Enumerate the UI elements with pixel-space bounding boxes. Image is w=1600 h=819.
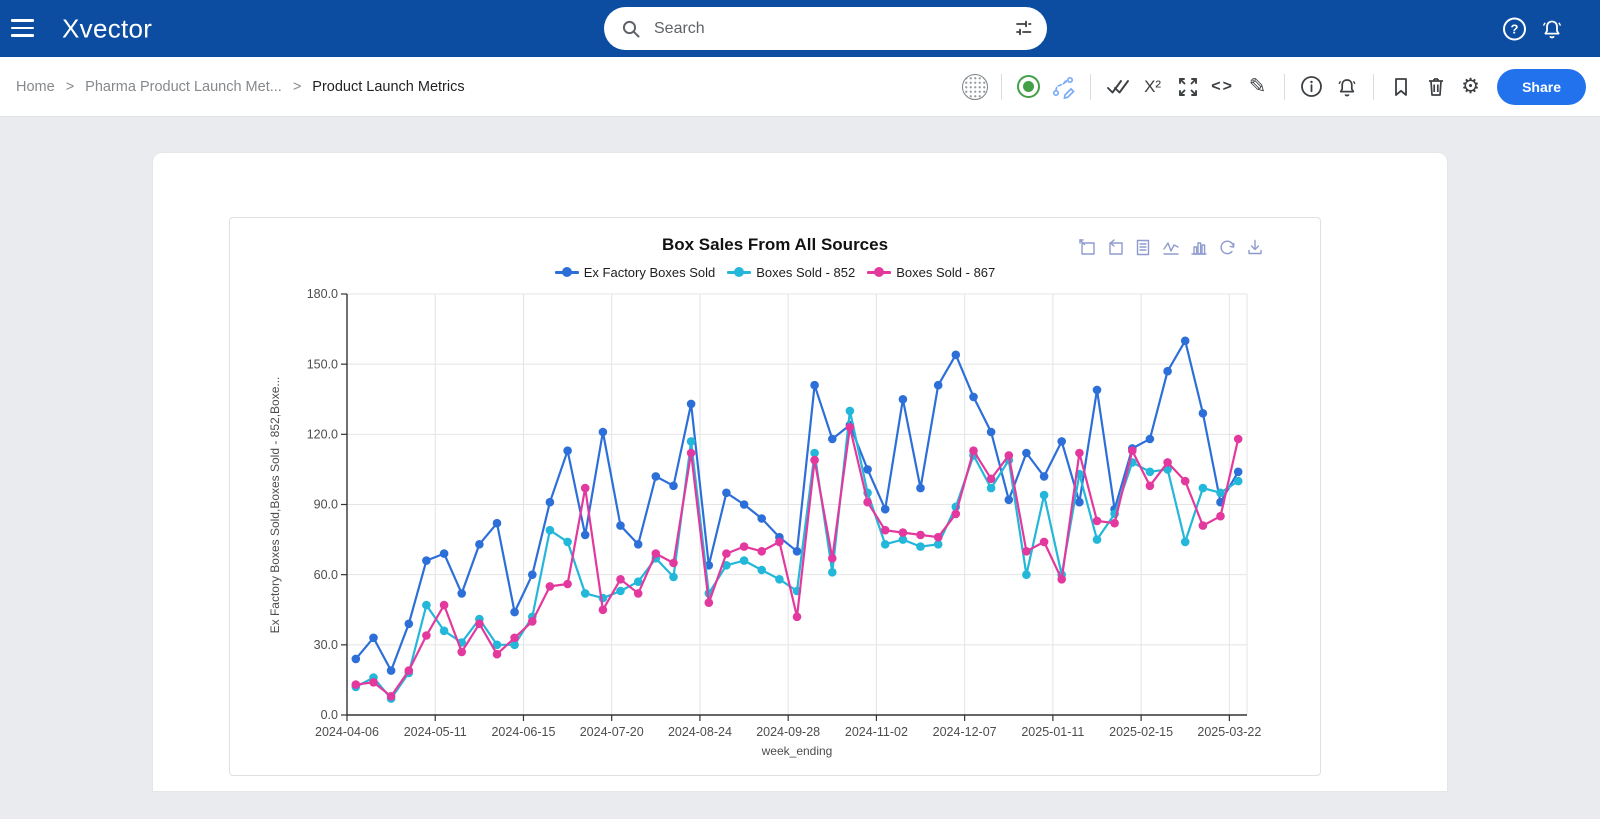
divider [1373,73,1375,100]
divider [1090,73,1092,100]
breadcrumb-home[interactable]: Home [16,79,55,95]
share-button[interactable]: Share [1497,68,1586,105]
tune-filter-icon[interactable] [1014,19,1033,38]
green-status-icon[interactable] [1014,72,1043,102]
edit-pencil-icon[interactable]: ✎ [1243,72,1272,102]
svg-text:0.0: 0.0 [321,708,338,722]
alert-bell-icon[interactable] [1332,72,1361,102]
breadcrumb-bar: Home > Pharma Product Launch Met... > Pr… [0,57,1600,117]
topbar: Xvector ? [0,0,1600,57]
breadcrumb-current: Product Launch Metrics [312,78,465,95]
svg-text:2024-06-15: 2024-06-15 [491,725,555,739]
divider [1001,73,1003,100]
content-panel: Box Sales From All Sources Ex Factory Bo… [152,152,1448,792]
delete-trash-icon[interactable] [1421,72,1450,102]
help-icon[interactable]: ? [1503,17,1526,40]
svg-text:2024-07-20: 2024-07-20 [580,725,644,739]
svg-text:2024-08-24: 2024-08-24 [668,725,732,739]
search-bar[interactable] [604,7,1047,50]
svg-text:2024-09-28: 2024-09-28 [756,725,820,739]
page-toolbar: X² <> ✎ ⚙ Share [960,68,1586,105]
svg-text:2025-01-11: 2025-01-11 [1021,725,1084,739]
search-input[interactable] [654,19,1014,38]
svg-text:2024-12-07: 2024-12-07 [933,725,997,739]
svg-text:2024-11-02: 2024-11-02 [845,725,908,739]
svg-text:2025-02-15: 2025-02-15 [1109,725,1173,739]
svg-text:150.0: 150.0 [307,357,338,371]
breadcrumb: Home > Pharma Product Launch Met... > Pr… [16,79,465,95]
svg-text:2025-03-22: 2025-03-22 [1197,725,1261,739]
dotted-circle-icon[interactable] [960,72,989,102]
double-check-icon[interactable] [1103,72,1132,102]
chart-card: Box Sales From All Sources Ex Factory Bo… [229,217,1321,776]
hamburger-menu-icon[interactable] [11,19,34,38]
svg-text:30.0: 30.0 [314,638,338,652]
y-axis-label: Ex Factory Boxes Sold,Boxes Sold - 852,B… [268,376,282,634]
breadcrumb-separator: > [65,78,75,95]
code-icon[interactable]: <> [1208,72,1237,102]
svg-text:2024-04-06: 2024-04-06 [315,725,379,739]
app-logo: Xvector [62,13,153,43]
search-icon [621,19,641,39]
divider [1284,73,1286,100]
info-icon[interactable] [1297,72,1326,102]
flow-edit-icon[interactable] [1049,72,1078,102]
chart-plot[interactable]: 0.0 30.0 60.0 90.0 120.0 150.0 180.0 2024-04-06… [230,218,1322,777]
superscript-icon[interactable]: X² [1138,72,1167,102]
svg-text:2024-05-11: 2024-05-11 [404,725,467,739]
bookmark-icon[interactable] [1386,72,1415,102]
svg-text:180.0: 180.0 [307,287,338,301]
settings-gear-icon[interactable]: ⚙ [1456,72,1485,102]
breadcrumb-parent[interactable]: Pharma Product Launch Met... [85,79,282,95]
svg-text:90.0: 90.0 [314,498,338,512]
fullscreen-icon[interactable] [1173,72,1202,102]
svg-text:120.0: 120.0 [307,428,338,442]
x-axis-label: week_ending [761,744,833,758]
svg-text:60.0: 60.0 [314,568,338,582]
breadcrumb-separator: > [292,78,302,95]
notifications-bell-icon[interactable] [1540,17,1564,41]
